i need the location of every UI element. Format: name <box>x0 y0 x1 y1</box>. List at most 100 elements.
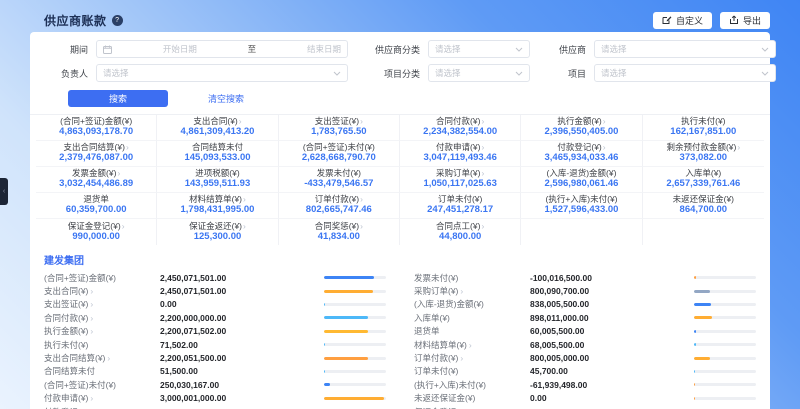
row-value: 45,700.00 <box>530 366 694 376</box>
stat-label: 支出合同结算(¥) <box>64 142 125 152</box>
list-item[interactable]: 付款登记(¥)›3,100,016,500.00 <box>44 405 386 409</box>
clear-search-link[interactable]: 清空搜索 <box>208 92 244 105</box>
project-category-select[interactable]: 请选择 <box>428 64 530 82</box>
stat-card: 退货单60,359,700.00 <box>36 193 157 219</box>
list-item[interactable]: 支出合同结算(¥)›2,200,051,500.00 <box>44 351 386 364</box>
chevron-right-icon[interactable]: › <box>126 142 129 152</box>
chevron-down-icon <box>761 47 769 52</box>
stat-card[interactable]: 合同奖惩(¥)›41,834.00 <box>279 219 400 245</box>
select-placeholder: 请选择 <box>435 67 461 79</box>
stat-card[interactable]: 支出合同(¥)›4,861,309,413.20 <box>157 115 278 141</box>
stat-card[interactable]: 合同付款(¥)›2,234,382,554.00 <box>400 115 521 141</box>
list-item[interactable]: 付款申请(¥)›3,000,001,000.00 <box>44 392 386 405</box>
customize-button[interactable]: 自定义 <box>653 12 712 29</box>
chevron-right-icon[interactable]: › <box>90 393 93 403</box>
chevron-right-icon[interactable]: › <box>360 116 363 126</box>
stat-label-line: 合同点工(¥)› <box>436 222 484 231</box>
chevron-left-icon: ‹ <box>3 188 5 195</box>
stat-card: 入库单(¥)2,657,339,761.46 <box>643 167 764 193</box>
stat-card[interactable]: 支出合同结算(¥)›2,379,476,087.00 <box>36 141 157 167</box>
chevron-right-icon[interactable]: › <box>122 221 125 231</box>
progress-bar-fill <box>324 303 325 306</box>
stat-card[interactable]: 保证金返还(¥)›125,300.00 <box>157 219 278 245</box>
group-title[interactable]: 建发集团 <box>44 252 756 267</box>
stat-card[interactable]: 付款登记(¥)›3,465,934,033.46 <box>521 141 642 167</box>
chevron-right-icon[interactable]: › <box>90 286 93 296</box>
stat-card[interactable]: 剩余预付款金额(¥)›373,082.00 <box>643 141 764 167</box>
supplier-label: 供应商 <box>542 43 586 56</box>
progress-bar-track <box>694 316 756 319</box>
stat-label-line: 支出合同(¥)› <box>193 117 241 126</box>
progress-bar-fill <box>694 343 696 346</box>
list-item[interactable]: 订单付款(¥)›800,005,000.00 <box>414 351 756 364</box>
progress-bar-fill <box>324 290 373 293</box>
chevron-right-icon[interactable]: › <box>90 326 93 336</box>
drawer-handle[interactable]: ‹ <box>0 178 8 205</box>
chevron-right-icon[interactable]: › <box>90 299 93 309</box>
row-value: 2,450,071,501.00 <box>160 286 324 296</box>
chevron-right-icon[interactable]: › <box>460 286 463 296</box>
list-item[interactable]: 合同付款(¥)›2,200,000,000.00 <box>44 311 386 324</box>
list-item: (执行+入库)未付(¥)-61,939,498.00 <box>414 378 756 391</box>
stat-card[interactable]: 发票金额(¥)›3,032,454,486.89 <box>36 167 157 193</box>
chevron-right-icon[interactable]: › <box>603 116 606 126</box>
chevron-right-icon[interactable]: › <box>107 353 110 363</box>
chevron-right-icon[interactable]: › <box>469 340 472 350</box>
edit-icon <box>662 15 672 25</box>
chevron-right-icon[interactable]: › <box>360 221 363 231</box>
progress-bar-fill <box>324 357 368 360</box>
supplier-category-select[interactable]: 请选择 <box>428 40 530 58</box>
chevron-right-icon[interactable]: › <box>481 142 484 152</box>
list-item[interactable]: 采购订单(¥)›800,090,700.00 <box>414 284 756 297</box>
help-icon[interactable]: ? <box>112 15 123 26</box>
stat-value: 1,783,765.50 <box>311 127 366 137</box>
list-item[interactable]: 材料结算单(¥)›68,005,500.00 <box>414 338 756 351</box>
chevron-right-icon[interactable]: › <box>243 221 246 231</box>
chevron-right-icon[interactable]: › <box>481 116 484 126</box>
list-item[interactable]: 执行金额(¥)›2,200,071,502.00 <box>44 325 386 338</box>
chevron-right-icon[interactable]: › <box>460 353 463 363</box>
supplier-select[interactable]: 请选择 <box>594 40 776 58</box>
progress-bar-track <box>324 370 386 373</box>
stat-card[interactable]: 材料结算单(¥)›1,798,431,995.00 <box>157 193 278 219</box>
search-button[interactable]: 搜索 <box>68 90 168 107</box>
stat-value: 125,300.00 <box>194 232 242 242</box>
stat-label: 保证金登记(¥) <box>68 221 121 231</box>
stat-card[interactable]: 保证金登记(¥)›990,000.00 <box>36 219 157 245</box>
list-item[interactable]: 保证金登记(¥)›0.00 <box>414 405 756 409</box>
progress-bar-track <box>694 290 756 293</box>
stat-card[interactable]: 付款申请(¥)›3,047,119,493.46 <box>400 141 521 167</box>
chevron-right-icon[interactable]: › <box>603 142 606 152</box>
chevron-right-icon[interactable]: › <box>243 194 246 204</box>
stat-card[interactable]: 采购订单(¥)›1,050,117,025.63 <box>400 167 521 193</box>
stat-card[interactable]: 支出签证(¥)›1,783,765.50 <box>279 115 400 141</box>
chevron-right-icon[interactable]: › <box>737 142 740 152</box>
chevron-right-icon[interactable]: › <box>360 194 363 204</box>
progress-bar-fill <box>694 357 710 360</box>
chevron-right-icon[interactable]: › <box>239 116 242 126</box>
stat-label: (执行+入库)未付(¥) <box>545 194 617 204</box>
stat-card[interactable]: 执行金额(¥)›2,396,550,405.00 <box>521 115 642 141</box>
list-item: (合同+签证)未付(¥)250,030,167.00 <box>44 378 386 391</box>
chevron-right-icon[interactable]: › <box>117 168 120 178</box>
date-range-input[interactable]: 开始日期 至 结束日期 <box>96 40 348 58</box>
list-item[interactable]: 支出合同(¥)›2,450,071,501.00 <box>44 284 386 297</box>
row-label: 订单未付(¥) <box>414 365 530 377</box>
list-item: 发票未付(¥)-100,016,500.00 <box>414 271 756 284</box>
stat-label-line: (合同+签证)未付(¥) <box>303 143 375 152</box>
chevron-right-icon[interactable]: › <box>481 168 484 178</box>
period-label: 期间 <box>44 43 88 56</box>
row-label: 未返还保证金(¥) <box>414 392 530 404</box>
export-button[interactable]: 导出 <box>720 12 770 29</box>
list-item[interactable]: 支出签证(¥)›0.00 <box>44 298 386 311</box>
stat-card[interactable]: 订单付款(¥)›802,665,747.46 <box>279 193 400 219</box>
owner-select[interactable]: 请选择 <box>96 64 348 82</box>
row-label-text: 付款申请(¥) <box>44 393 88 403</box>
chevron-right-icon[interactable]: › <box>90 313 93 323</box>
progress-bar-fill <box>694 330 696 333</box>
stat-card[interactable]: 合同点工(¥)›44,800.00 <box>400 219 521 245</box>
stat-label-line: 执行未付(¥) <box>681 117 725 126</box>
row-label-text: 支出合同结算(¥) <box>44 353 105 363</box>
chevron-right-icon[interactable]: › <box>481 221 484 231</box>
project-select[interactable]: 请选择 <box>594 64 776 82</box>
